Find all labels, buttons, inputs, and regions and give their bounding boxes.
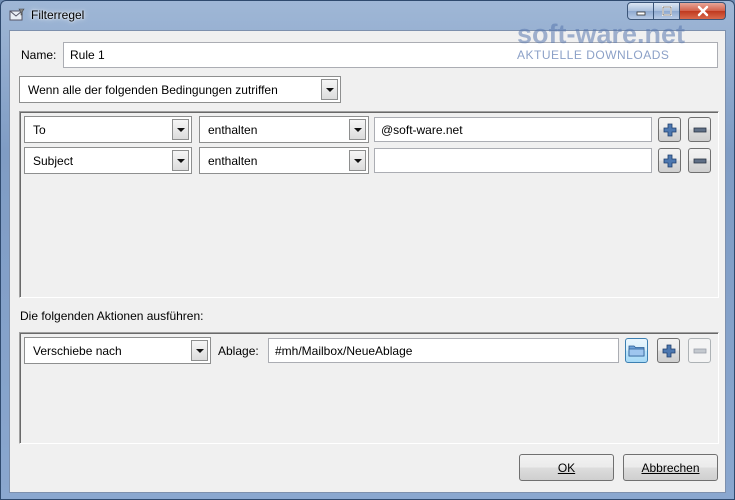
condition-field-value: Subject [33, 153, 74, 168]
chevron-down-icon[interactable] [172, 150, 189, 171]
condition-operator-select[interactable]: enthalten [199, 147, 369, 174]
condition-field-select[interactable]: To [24, 116, 192, 143]
minus-icon [693, 348, 706, 353]
name-label: Name: [21, 48, 57, 62]
condition-operator-value: enthalten [208, 153, 258, 168]
filter-app-icon [9, 8, 25, 22]
title-bar[interactable]: Filterregel [1, 1, 734, 29]
name-input[interactable]: Rule 1 [63, 42, 718, 68]
minus-icon [693, 158, 706, 163]
target-folder-label: Ablage: [218, 344, 259, 358]
condition-operator-value: enthalten [208, 122, 258, 137]
condition-field-value: To [33, 122, 46, 137]
plus-icon [663, 154, 676, 167]
cancel-button[interactable]: Abbrechen [623, 454, 718, 481]
remove-condition-button[interactable] [688, 117, 711, 142]
add-condition-button[interactable] [658, 117, 681, 142]
window-title: Filterregel [31, 8, 85, 22]
condition-operator-select[interactable]: enthalten [199, 116, 369, 143]
condition-value-input[interactable]: @soft-ware.net [374, 117, 652, 142]
chevron-down-icon[interactable] [349, 150, 366, 171]
conditions-panel: To enthalten @soft-ware.net Subject enth… [19, 111, 719, 298]
match-mode-value: Wenn alle der folgenden Bedingungen zutr… [28, 82, 278, 97]
condition-value-input[interactable] [374, 148, 652, 173]
browse-folder-button[interactable] [625, 338, 648, 363]
maximize-button[interactable] [654, 2, 680, 20]
dialog-window: Filterregel Name: Rule 1 Wenn alle der f… [0, 0, 735, 500]
condition-field-select[interactable]: Subject [24, 147, 192, 174]
actions-panel: Verschiebe nach Ablage: #mh/Mailbox/Neue… [19, 332, 719, 444]
chevron-down-icon[interactable] [321, 79, 338, 100]
target-folder-input[interactable]: #mh/Mailbox/NeueAblage [268, 338, 619, 363]
actions-heading: Die folgenden Aktionen ausführen: [20, 309, 204, 323]
minimize-button[interactable] [627, 2, 654, 20]
ok-button[interactable]: OK [519, 454, 614, 481]
remove-condition-button[interactable] [688, 148, 711, 173]
minimize-icon [636, 11, 645, 16]
maximize-icon [661, 6, 672, 16]
ok-button-label: OK [557, 460, 576, 475]
minus-icon [693, 127, 706, 132]
cancel-button-label: Abbrechen [641, 460, 700, 475]
close-icon [697, 5, 708, 17]
folder-icon [628, 345, 644, 356]
add-action-button[interactable] [657, 338, 680, 363]
chevron-down-icon[interactable] [191, 340, 208, 361]
close-button[interactable] [680, 2, 726, 20]
action-type-value: Verschiebe nach [33, 343, 122, 358]
chevron-down-icon[interactable] [172, 119, 189, 140]
plus-icon [663, 123, 676, 136]
plus-icon [662, 344, 675, 357]
chevron-down-icon[interactable] [349, 119, 366, 140]
action-type-select[interactable]: Verschiebe nach [24, 337, 211, 364]
remove-action-button[interactable] [688, 338, 711, 363]
add-condition-button[interactable] [658, 148, 681, 173]
match-mode-select[interactable]: Wenn alle der folgenden Bedingungen zutr… [19, 76, 341, 103]
dialog-client-area: Name: Rule 1 Wenn alle der folgenden Bed… [9, 30, 726, 493]
